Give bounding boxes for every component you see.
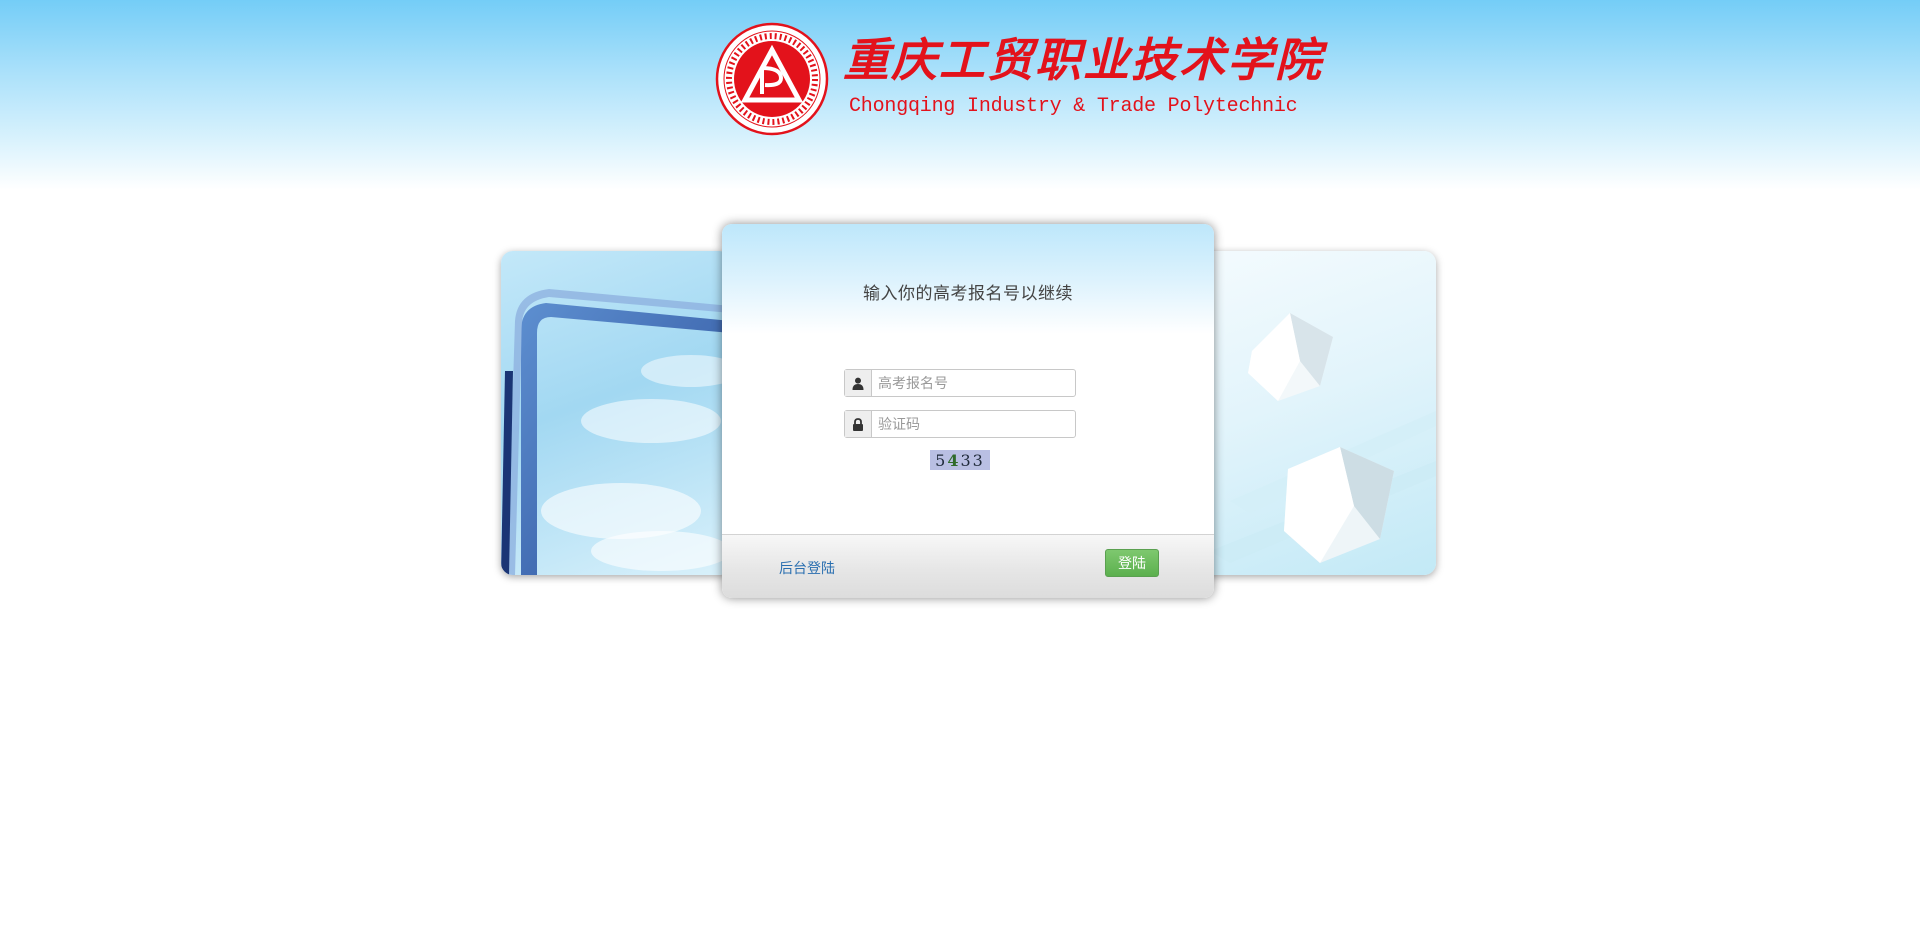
captcha-digit: 3 bbox=[972, 450, 985, 470]
window-frame-illustration bbox=[501, 289, 731, 575]
login-button[interactable]: 登陆 bbox=[1105, 549, 1159, 577]
captcha-digit: 5 bbox=[935, 450, 948, 470]
login-card-footer: 后台登陆 登陆 bbox=[722, 534, 1214, 598]
exam-registration-number-input[interactable] bbox=[872, 370, 1075, 396]
school-seal-logo bbox=[715, 22, 829, 136]
captcha-input[interactable] bbox=[872, 411, 1075, 437]
cubes-illustration bbox=[1210, 313, 1436, 563]
school-name-english: Chongqing Industry & Trade Polytechnic bbox=[849, 95, 1298, 118]
captcha-digit: 3 bbox=[960, 450, 973, 470]
left-decorative-panel bbox=[501, 251, 731, 575]
login-page: 重庆工贸职业技术学院 Chongqing Industry & Trade Po… bbox=[0, 0, 1920, 926]
captcha-image[interactable]: 5433 bbox=[930, 450, 990, 470]
username-input-group bbox=[844, 369, 1076, 397]
admin-login-link[interactable]: 后台登陆 bbox=[779, 558, 835, 578]
login-title: 输入你的高考报名号以继续 bbox=[863, 284, 1073, 303]
school-name-chinese: 重庆工贸职业技术学院 bbox=[843, 33, 1323, 87]
right-decorative-panel bbox=[1190, 251, 1436, 575]
captcha-input-group bbox=[844, 410, 1076, 438]
login-card: 输入你的高考报名号以继续 5433 后台登陆 bbox=[722, 224, 1214, 598]
lock-icon bbox=[845, 411, 872, 437]
user-icon bbox=[845, 370, 872, 396]
captcha-digit: 4 bbox=[947, 450, 961, 470]
header: 重庆工贸职业技术学院 Chongqing Industry & Trade Po… bbox=[715, 22, 1323, 137]
